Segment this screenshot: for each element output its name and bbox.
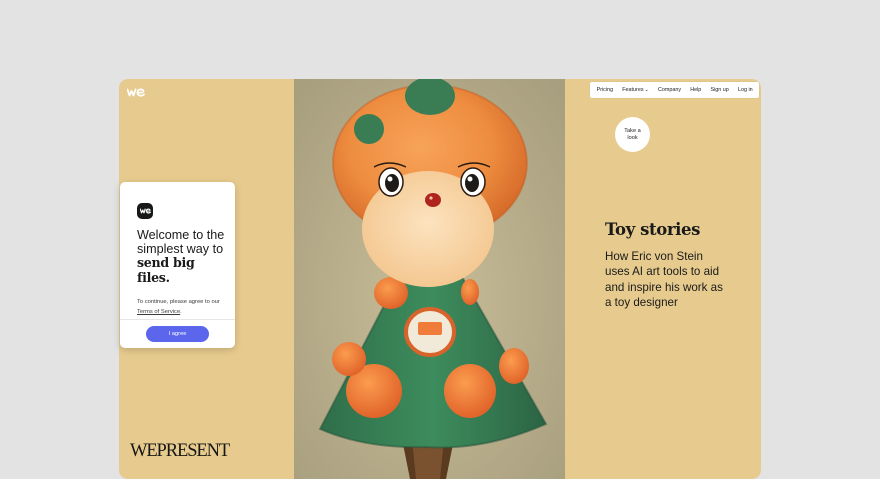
terms-of-service-link[interactable]: Terms of Service [137,309,180,315]
wetransfer-logo-icon[interactable] [127,88,145,97]
consent-prefix: To continue, please agree to our [137,299,220,305]
top-navigation: Pricing Features⌄ Company Help Sign up L… [590,82,760,98]
chevron-down-icon: ⌄ [644,87,649,93]
take-a-look-label: Take a look [624,128,641,141]
nav-help[interactable]: Help [686,82,706,98]
nav-features-label: Features [622,87,644,93]
welcome-text: Welcome to the simplest way to [137,228,225,256]
consent-period: . [180,309,182,315]
nav-company[interactable]: Company [653,82,685,98]
wetransfer-logo-icon [137,203,153,219]
nav-log-in[interactable]: Log in [733,82,757,98]
nav-features[interactable]: Features⌄ [618,82,654,98]
nav-sign-up[interactable]: Sign up [706,82,733,98]
story-title[interactable]: Toy stories [605,220,700,239]
story-description: How Eric von Stein uses AI art tools to … [605,250,723,309]
toy-photo[interactable] [294,79,565,479]
welcome-heading: Welcome to the simplest way to send big … [137,228,229,285]
take-a-look-button[interactable]: Take a look [615,117,650,152]
nav-pricing[interactable]: Pricing [592,82,618,98]
i-agree-button[interactable]: I agree [146,326,209,342]
welcome-emphasis: send big files. [137,255,195,285]
modal-divider [120,319,235,320]
consent-text: To continue, please agree to our Terms o… [137,297,229,317]
wepresent-logo[interactable]: WEPRESENT [130,441,230,462]
consent-modal: Welcome to the simplest way to send big … [120,182,235,348]
